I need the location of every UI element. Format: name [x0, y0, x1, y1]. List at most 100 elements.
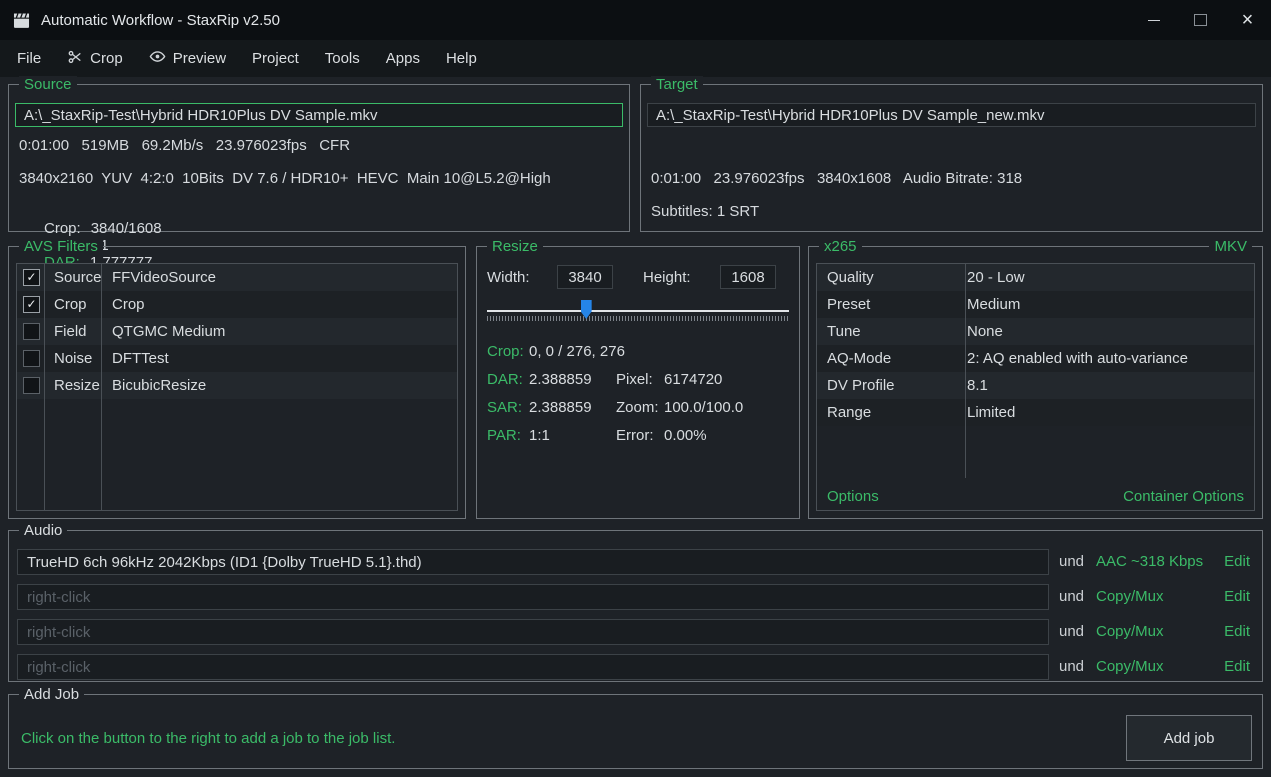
menu-help[interactable]: Help	[433, 40, 490, 77]
target-info-line2: Subtitles: 1 SRT	[651, 203, 759, 220]
x265-value[interactable]: None	[955, 323, 1003, 340]
window-controls: ×	[1130, 0, 1271, 40]
filter-row-field[interactable]: Field QTGMC Medium	[17, 318, 457, 345]
x265-row-aq-mode[interactable]: AQ-Mode 2: AQ enabled with auto-variance	[817, 345, 1254, 372]
filter-category: Source	[44, 269, 101, 286]
x265-value[interactable]: Medium	[955, 296, 1020, 313]
x265-group: x265 MKV Quality 20 - Low Preset Medium …	[808, 246, 1263, 519]
audio-codec-link[interactable]: Copy/Mux	[1096, 584, 1164, 610]
menu-apps[interactable]: Apps	[373, 40, 433, 77]
resize-par-value: 1:1	[529, 427, 550, 444]
resize-sar-value: 2.388859	[529, 399, 592, 416]
source-group: Source 0:01:00 519MB 69.2Mb/s 23.976023f…	[8, 84, 630, 232]
width-input[interactable]	[557, 265, 613, 289]
menu-file[interactable]: File	[4, 40, 54, 77]
audio-track-input[interactable]	[17, 549, 1049, 575]
x265-value[interactable]: 8.1	[955, 377, 988, 394]
filter-name: QTGMC Medium	[101, 323, 225, 340]
maximize-button[interactable]	[1177, 0, 1224, 40]
container-format-label[interactable]: MKV	[1209, 238, 1252, 255]
width-label: Width:	[487, 269, 530, 286]
resize-zoom-label: Zoom:	[616, 399, 659, 416]
audio-edit-link[interactable]: Edit	[1224, 549, 1250, 575]
filter-name: Crop	[101, 296, 145, 313]
x265-value[interactable]: Limited	[955, 404, 1015, 421]
slider-track[interactable]	[487, 310, 789, 312]
source-path-input[interactable]	[15, 103, 623, 127]
menu-tools-label: Tools	[325, 50, 360, 67]
options-link[interactable]: Options	[827, 488, 879, 505]
menubar: File Crop Preview Project Tools Apps Hel…	[0, 40, 1271, 77]
filters-table: ✓ Source FFVideoSource ✓ Crop Crop Field…	[16, 263, 458, 511]
menu-preview[interactable]: Preview	[136, 40, 239, 77]
x265-key: Preset	[817, 296, 955, 313]
resize-slider[interactable]	[487, 299, 789, 327]
audio-edit-link[interactable]: Edit	[1224, 584, 1250, 610]
resize-group: Resize Width: Height: Crop: 0, 0 / 276, …	[476, 246, 800, 519]
audio-codec-link[interactable]: Copy/Mux	[1096, 654, 1164, 680]
resize-pixel-label: Pixel:	[616, 371, 653, 388]
resize-sar-label: SAR:	[487, 399, 522, 416]
filter-name: FFVideoSource	[101, 269, 216, 286]
source-group-label: Source	[19, 76, 77, 93]
filter-row-resize[interactable]: Resize BicubicResize	[17, 372, 457, 399]
audio-language[interactable]: und	[1059, 619, 1084, 645]
x265-value[interactable]: 2: AQ enabled with auto-variance	[955, 350, 1188, 367]
audio-edit-link[interactable]: Edit	[1224, 619, 1250, 645]
resize-group-label: Resize	[487, 238, 543, 255]
filter-row-noise[interactable]: Noise DFTTest	[17, 345, 457, 372]
add-job-group-label: Add Job	[19, 686, 84, 703]
resize-dar-value: 2.388859	[529, 371, 592, 388]
audio-track-input[interactable]	[17, 654, 1049, 680]
height-input[interactable]	[720, 265, 776, 289]
filter-checkbox[interactable]	[23, 323, 40, 340]
x265-row-tune[interactable]: Tune None	[817, 318, 1254, 345]
filter-category: Crop	[44, 296, 101, 313]
titlebar: Automatic Workflow - StaxRip v2.50 ×	[0, 0, 1271, 40]
filter-checkbox[interactable]	[23, 350, 40, 367]
x265-row-range[interactable]: Range Limited	[817, 399, 1254, 426]
avs-filters-group: AVS Filters ✓ Source FFVideoSource ✓ Cro…	[8, 246, 466, 519]
audio-codec-link[interactable]: AAC ~318 Kbps	[1096, 549, 1203, 575]
x265-row-quality[interactable]: Quality 20 - Low	[817, 264, 1254, 291]
menu-crop[interactable]: Crop	[54, 40, 136, 77]
resize-pixel-value: 6174720	[664, 371, 722, 388]
x265-key: DV Profile	[817, 377, 955, 394]
filter-row-crop[interactable]: ✓ Crop Crop	[17, 291, 457, 318]
slider-ticks	[487, 316, 789, 321]
audio-language[interactable]: und	[1059, 654, 1084, 680]
target-info-line1: 0:01:00 23.976023fps 3840x1608 Audio Bit…	[651, 170, 1022, 187]
filter-checkbox[interactable]: ✓	[23, 296, 40, 313]
add-job-button[interactable]: Add job	[1126, 715, 1252, 761]
x265-row-preset[interactable]: Preset Medium	[817, 291, 1254, 318]
window-title: Automatic Workflow - StaxRip v2.50	[41, 12, 280, 29]
resize-crop-label: Crop:	[487, 343, 524, 360]
close-button[interactable]: ×	[1224, 0, 1271, 40]
audio-group-label: Audio	[19, 522, 67, 539]
maximize-icon	[1194, 14, 1207, 26]
filter-checkbox[interactable]: ✓	[23, 269, 40, 286]
minimize-button[interactable]	[1130, 0, 1177, 40]
audio-language[interactable]: und	[1059, 549, 1084, 575]
resize-dar-label: DAR:	[487, 371, 523, 388]
eye-icon	[149, 48, 166, 69]
audio-edit-link[interactable]: Edit	[1224, 654, 1250, 680]
source-info-line2: 3840x2160 YUV 4:2:0 10Bits DV 7.6 / HDR1…	[19, 170, 551, 187]
menu-tools[interactable]: Tools	[312, 40, 373, 77]
audio-group: Audio und AAC ~318 Kbps Edit und Copy/Mu…	[8, 530, 1263, 682]
audio-track-input[interactable]	[17, 619, 1049, 645]
filter-category: Resize	[44, 377, 101, 394]
audio-track-1: und AAC ~318 Kbps Edit	[9, 549, 1262, 575]
target-path-input[interactable]	[647, 103, 1256, 127]
audio-codec-link[interactable]: Copy/Mux	[1096, 619, 1164, 645]
container-options-link[interactable]: Container Options	[1123, 488, 1244, 505]
resize-dar-row: DAR: 2.388859 Pixel: 6174720	[487, 371, 789, 391]
audio-language[interactable]: und	[1059, 584, 1084, 610]
filter-checkbox[interactable]	[23, 377, 40, 394]
audio-track-input[interactable]	[17, 584, 1049, 610]
x265-value[interactable]: 20 - Low	[955, 269, 1025, 286]
filter-row-source[interactable]: ✓ Source FFVideoSource	[17, 264, 457, 291]
x265-row-dv-profile[interactable]: DV Profile 8.1	[817, 372, 1254, 399]
add-job-hint: Click on the button to the right to add …	[21, 730, 395, 747]
menu-project[interactable]: Project	[239, 40, 312, 77]
